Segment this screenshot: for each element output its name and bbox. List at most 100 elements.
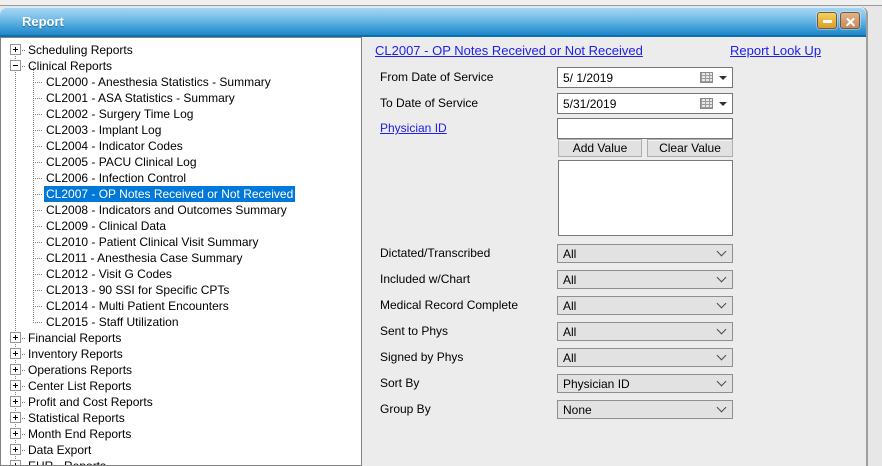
chevron-down-icon	[717, 403, 727, 413]
tree-item[interactable]: CL2008 - Indicators and Outcomes Summary	[1, 202, 361, 218]
clear-value-button[interactable]: Clear Value	[647, 139, 733, 157]
add-value-button[interactable]: Add Value	[558, 139, 642, 157]
tree-item[interactable]: CL2003 - Implant Log	[1, 122, 361, 138]
filter-row: Medical Record Complete All	[362, 296, 866, 315]
tree-item-label[interactable]: CL2004 - Indicator Codes	[44, 138, 185, 154]
tree-item-label[interactable]: Financial Reports	[26, 330, 123, 346]
tree-item-label[interactable]: Scheduling Reports	[26, 42, 135, 58]
window-content: Scheduling Reports Clinical Reports CL20…	[0, 37, 866, 466]
tree-expand-toggle-icon[interactable]	[10, 380, 21, 391]
tree-item-label[interactable]: CL2000 - Anesthesia Statistics - Summary	[44, 74, 273, 90]
tree-item[interactable]: Inventory Reports	[1, 346, 361, 362]
tree-item[interactable]: CL2009 - Clinical Data	[1, 218, 361, 234]
tree-item-label[interactable]: CL2005 - PACU Clinical Log	[44, 154, 199, 170]
report-title-link[interactable]: CL2007 - OP Notes Received or Not Receiv…	[375, 43, 643, 58]
tree-item-label[interactable]: Clinical Reports	[26, 58, 114, 74]
tree-item[interactable]: CL2012 - Visit G Codes	[1, 266, 361, 282]
tree-expand-toggle-icon[interactable]	[10, 396, 21, 407]
tree-item-label[interactable]: Inventory Reports	[26, 346, 125, 362]
report-lookup-link[interactable]: Report Look Up	[730, 43, 821, 58]
tree-item[interactable]: Data Export	[1, 442, 361, 458]
tree-item[interactable]: Profit and Cost Reports	[1, 394, 361, 410]
filter-dropdown-value: All	[563, 247, 576, 261]
dropdown-arrow-icon[interactable]	[719, 102, 727, 106]
tree-item[interactable]: Scheduling Reports	[1, 42, 361, 58]
tree-item-label[interactable]: Profit and Cost Reports	[26, 394, 155, 410]
tree-expand-toggle-icon[interactable]	[10, 348, 21, 359]
tree-item[interactable]: CL2005 - PACU Clinical Log	[1, 154, 361, 170]
tree-item-label[interactable]: CL2009 - Clinical Data	[44, 218, 168, 234]
tree-item[interactable]: CL2004 - Indicator Codes	[1, 138, 361, 154]
filter-dropdown[interactable]: All	[557, 270, 733, 289]
tree-item-label[interactable]: CL2014 - Multi Patient Encounters	[44, 298, 231, 314]
tree-item[interactable]: CL2014 - Multi Patient Encounters	[1, 298, 361, 314]
filter-dropdown-value: All	[563, 299, 576, 313]
chevron-down-icon	[717, 351, 727, 361]
tree-item[interactable]: CL2006 - Infection Control	[1, 170, 361, 186]
tree-item[interactable]: CL2011 - Anesthesia Case Summary	[1, 250, 361, 266]
tree-item-label[interactable]: CL2015 - Staff Utilization	[44, 314, 181, 330]
tree-item[interactable]: Month End Reports	[1, 426, 361, 442]
tree-item-label[interactable]: CL2001 - ASA Statistics - Summary	[44, 90, 237, 106]
from-date-picker[interactable]: 5/ 1/2019	[557, 67, 733, 88]
physician-id-input[interactable]	[557, 118, 733, 139]
tree-item-label[interactable]: CL2012 - Visit G Codes	[44, 266, 174, 282]
filter-dropdown[interactable]: None	[557, 400, 733, 419]
filter-dropdown[interactable]: Physician ID	[557, 374, 733, 393]
to-date-picker[interactable]: 5/31/2019	[557, 93, 733, 114]
report-tree[interactable]: Scheduling Reports Clinical Reports CL20…	[0, 37, 362, 466]
tree-item-label[interactable]: CL2006 - Infection Control	[44, 170, 188, 186]
calendar-icon[interactable]	[700, 98, 713, 109]
calendar-icon[interactable]	[700, 72, 713, 83]
dropdown-arrow-icon[interactable]	[719, 76, 727, 80]
filter-dropdown[interactable]: All	[557, 244, 733, 263]
window-title-bar[interactable]: Report	[0, 7, 866, 37]
tree-item[interactable]: CL2001 - ASA Statistics - Summary	[1, 90, 361, 106]
physician-id-link[interactable]: Physician ID	[380, 118, 447, 139]
tree-item-label[interactable]: EHR - Reports	[26, 458, 108, 466]
physician-id-listbox[interactable]	[558, 160, 733, 236]
tree-item[interactable]: CL2000 - Anesthesia Statistics - Summary	[1, 74, 361, 90]
tree-item-label[interactable]: CL2003 - Implant Log	[44, 122, 163, 138]
tree-expand-toggle-icon[interactable]	[10, 412, 21, 423]
tree-item-label[interactable]: CL2007 - OP Notes Received or Not Receiv…	[44, 186, 295, 202]
tree-item[interactable]: Statistical Reports	[1, 410, 361, 426]
tree-item-label[interactable]: CL2008 - Indicators and Outcomes Summary	[44, 202, 289, 218]
tree-item-label[interactable]: CL2011 - Anesthesia Case Summary	[44, 250, 245, 266]
tree-item-label[interactable]: CL2010 - Patient Clinical Visit Summary	[44, 234, 261, 250]
filter-dropdown[interactable]: All	[557, 348, 733, 367]
to-date-value[interactable]: 5/31/2019	[563, 97, 700, 111]
from-date-value[interactable]: 5/ 1/2019	[563, 71, 700, 85]
tree-item[interactable]: Financial Reports	[1, 330, 361, 346]
tree-expand-toggle-icon[interactable]	[10, 44, 21, 55]
tree-expand-toggle-icon[interactable]	[10, 428, 21, 439]
tree-item[interactable]: EHR - Reports	[1, 458, 361, 466]
tree-item-label[interactable]: CL2002 - Surgery Time Log	[44, 106, 195, 122]
tree-item-label[interactable]: CL2013 - 90 SSI for Specific CPTs	[44, 282, 231, 298]
filter-dropdown[interactable]: All	[557, 322, 733, 341]
tree-expand-toggle-icon[interactable]	[10, 444, 21, 455]
minimize-button[interactable]	[817, 12, 837, 29]
tree-item-label[interactable]: Month End Reports	[26, 426, 133, 442]
tree-expand-toggle-icon[interactable]	[10, 60, 21, 71]
filter-dropdown-value: None	[563, 403, 592, 417]
tree-item[interactable]: CL2013 - 90 SSI for Specific CPTs	[1, 282, 361, 298]
tree-item-label[interactable]: Statistical Reports	[26, 410, 127, 426]
filter-label: Group By	[380, 400, 431, 419]
tree-item-label[interactable]: Data Export	[26, 442, 93, 458]
tree-item[interactable]: CL2002 - Surgery Time Log	[1, 106, 361, 122]
tree-item[interactable]: CL2015 - Staff Utilization	[1, 314, 361, 330]
filter-label: Sort By	[380, 374, 419, 393]
tree-item[interactable]: Operations Reports	[1, 362, 361, 378]
tree-item-label[interactable]: Center List Reports	[26, 378, 133, 394]
filter-dropdown[interactable]: All	[557, 296, 733, 315]
tree-item-label[interactable]: Operations Reports	[26, 362, 134, 378]
tree-expand-toggle-icon[interactable]	[10, 332, 21, 343]
tree-item[interactable]: CL2007 - OP Notes Received or Not Receiv…	[1, 186, 361, 202]
tree-expand-toggle-icon[interactable]	[10, 364, 21, 375]
tree-item[interactable]: Clinical Reports	[1, 58, 361, 74]
tree-item[interactable]: CL2010 - Patient Clinical Visit Summary	[1, 234, 361, 250]
close-button[interactable]	[840, 12, 860, 29]
tree-expand-toggle-icon[interactable]	[10, 460, 21, 466]
tree-item[interactable]: Center List Reports	[1, 378, 361, 394]
